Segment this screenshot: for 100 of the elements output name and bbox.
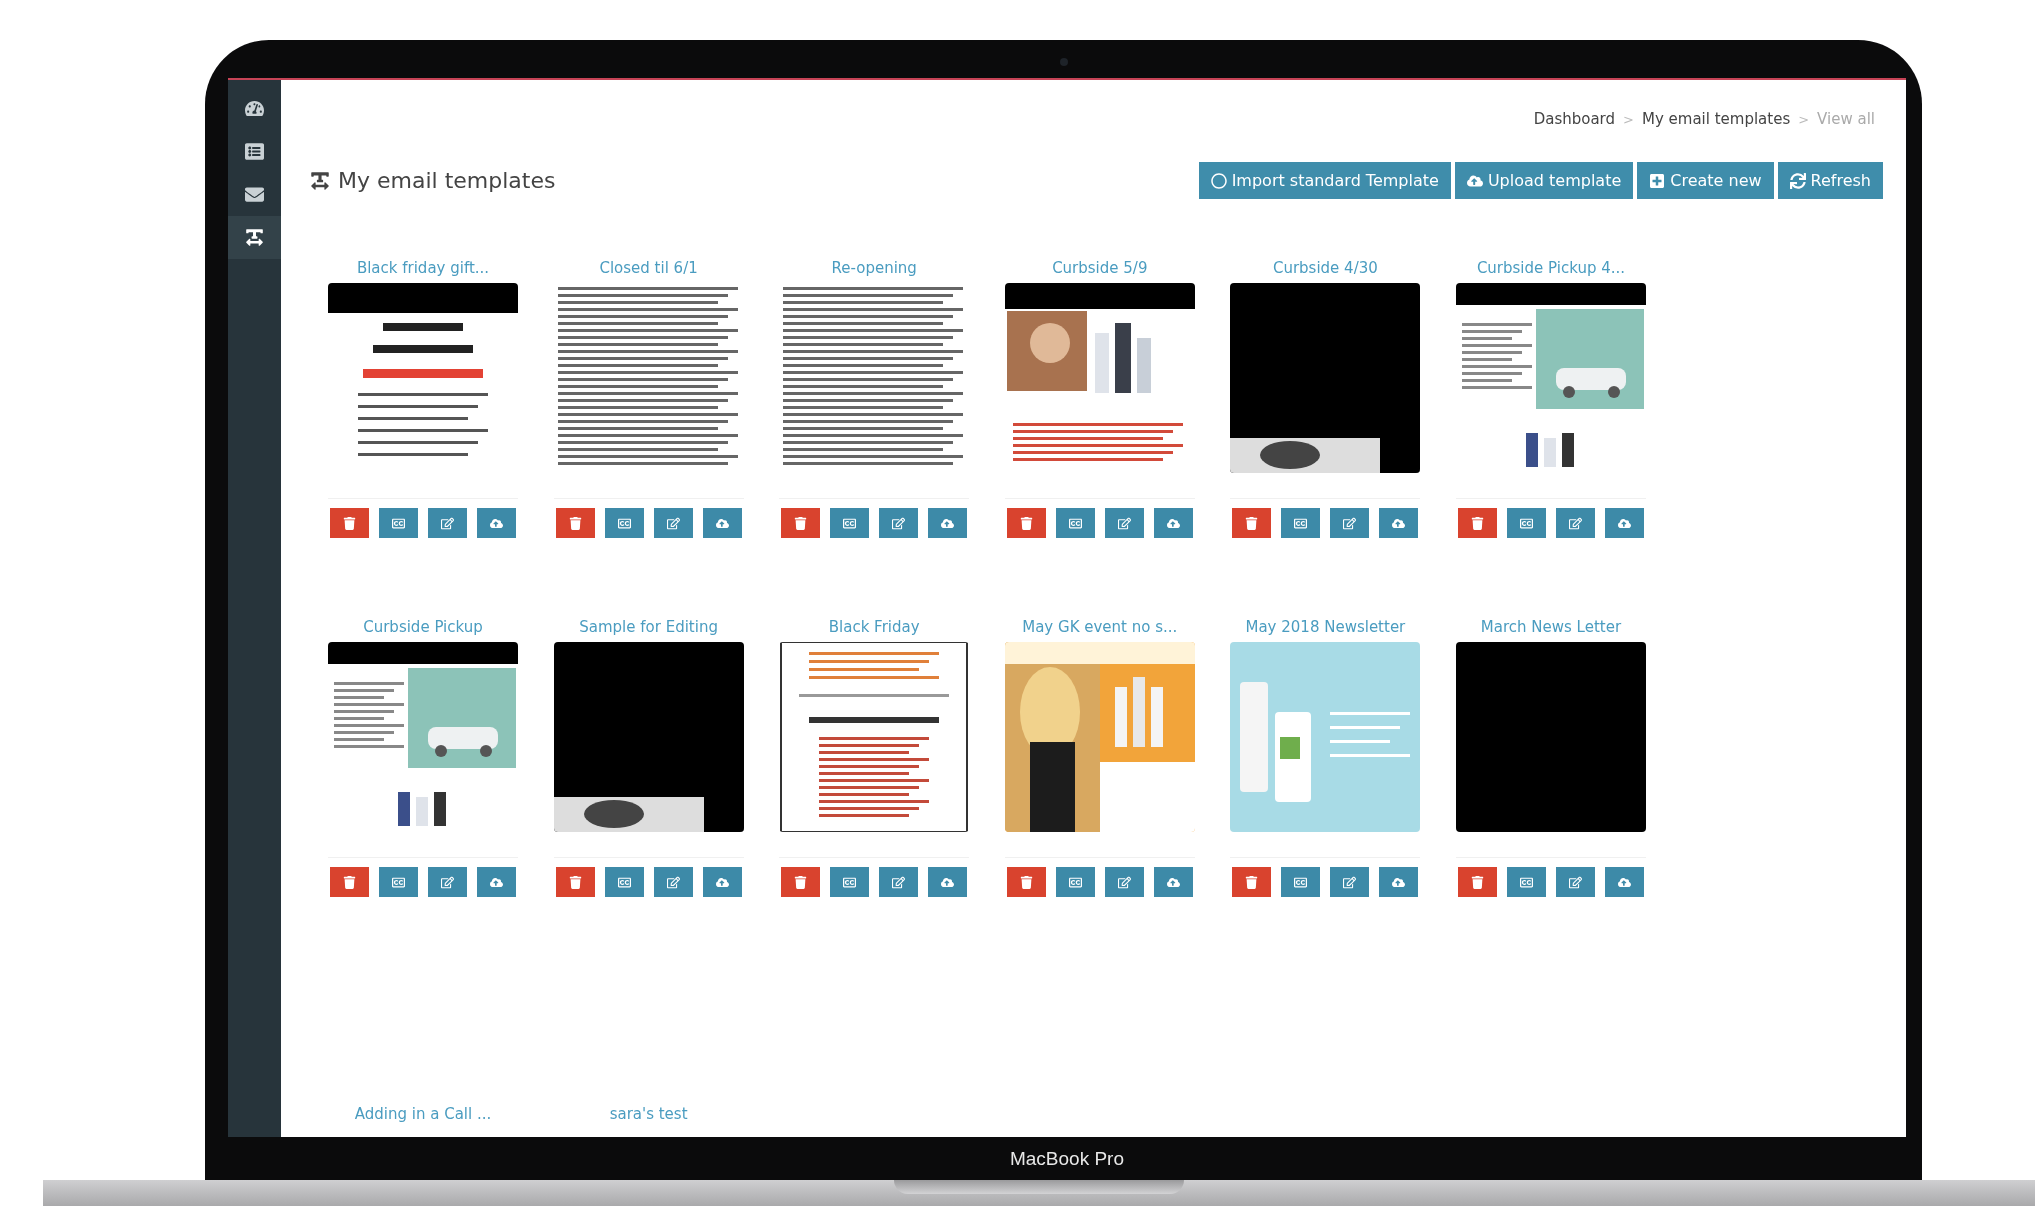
delete-button[interactable] <box>1232 508 1272 538</box>
delete-button[interactable] <box>781 867 821 897</box>
preview-button[interactable] <box>379 867 418 897</box>
cloud-upload-icon <box>1617 875 1631 889</box>
edit-button[interactable] <box>428 508 467 538</box>
trash-icon <box>1245 516 1259 530</box>
upload-button[interactable] <box>702 867 742 897</box>
delete-button[interactable] <box>555 508 595 538</box>
template-title[interactable]: Black Friday <box>779 618 970 636</box>
template-title[interactable]: Adding in a Call ... <box>328 1105 518 1123</box>
delete-button[interactable] <box>330 508 369 538</box>
refresh-button[interactable]: Refresh <box>1777 162 1883 199</box>
preview-button[interactable] <box>604 867 644 897</box>
create-button[interactable]: Create new <box>1637 162 1774 199</box>
template-title[interactable]: Curbside Pickup <box>328 618 518 636</box>
breadcrumb-separator: > <box>1623 111 1634 127</box>
edit-button[interactable] <box>1330 508 1370 538</box>
upload-button[interactable] <box>477 867 516 897</box>
trash-icon <box>568 516 582 530</box>
delete-button[interactable] <box>1457 508 1497 538</box>
delete-button[interactable] <box>1006 508 1046 538</box>
template-title[interactable]: Black friday gift... <box>328 259 518 277</box>
dashboard-icon <box>245 99 264 118</box>
delete-button[interactable] <box>555 867 595 897</box>
preview-button[interactable] <box>830 867 870 897</box>
template-title[interactable]: March News Letter <box>1455 618 1646 636</box>
cloud-upload-icon <box>1617 516 1631 530</box>
list-icon <box>245 142 264 161</box>
upload-button[interactable] <box>1604 867 1644 897</box>
edit-button[interactable] <box>1330 867 1370 897</box>
import-button[interactable]: Import standard Template <box>1198 162 1451 199</box>
preview-button[interactable] <box>379 508 418 538</box>
delete-button[interactable] <box>1006 867 1046 897</box>
trash-icon <box>568 875 582 889</box>
template-title[interactable]: sara's test <box>553 1105 744 1123</box>
delete-button[interactable] <box>1232 867 1272 897</box>
edit-icon <box>892 516 906 530</box>
trash-icon <box>1019 875 1033 889</box>
preview-button[interactable] <box>830 508 870 538</box>
preview-button[interactable] <box>1055 867 1095 897</box>
edit-button[interactable] <box>1555 508 1595 538</box>
edit-button[interactable] <box>879 867 919 897</box>
template-title[interactable]: Closed til 6/1 <box>553 259 744 277</box>
edit-icon <box>1568 875 1582 889</box>
upload-button[interactable] <box>1153 508 1193 538</box>
preview-button[interactable] <box>1506 508 1546 538</box>
edit-button[interactable] <box>1104 867 1144 897</box>
edit-icon <box>1343 516 1357 530</box>
upload-button[interactable] <box>1379 508 1419 538</box>
template-title[interactable]: Re-opening <box>779 259 970 277</box>
upload-button[interactable] <box>1379 867 1419 897</box>
sidebar-item[interactable] <box>228 216 281 259</box>
edit-button[interactable] <box>653 508 693 538</box>
upload-button[interactable] <box>477 508 516 538</box>
breadcrumb-link[interactable]: Dashboard <box>1533 110 1616 128</box>
breadcrumb-link[interactable]: View all <box>1817 110 1875 128</box>
cloud-upload-icon <box>1466 172 1483 189</box>
template-title[interactable]: Sample for Editing <box>553 618 744 636</box>
edit-icon <box>666 875 680 889</box>
breadcrumb-separator: > <box>1798 111 1810 127</box>
upload-button[interactable]: Upload template <box>1454 162 1634 199</box>
edit-button[interactable] <box>428 867 467 897</box>
cloud-upload-icon <box>941 516 955 530</box>
delete-button[interactable] <box>781 508 821 538</box>
edit-button[interactable] <box>879 508 919 538</box>
upload-button[interactable] <box>1604 508 1644 538</box>
trash-icon <box>343 516 356 530</box>
template-title[interactable]: Curbside 5/9 <box>1004 259 1195 277</box>
cloud-upload-icon <box>1392 516 1406 530</box>
template-title[interactable]: May GK event no s... <box>1004 618 1195 636</box>
template-title[interactable]: May 2018 Newsletter <box>1230 618 1421 636</box>
preview-button[interactable] <box>1055 508 1095 538</box>
template-title[interactable]: Curbside 4/30 <box>1230 259 1421 277</box>
upload-button[interactable] <box>928 867 968 897</box>
closed-caption-icon <box>843 875 857 889</box>
delete-button[interactable] <box>330 867 369 897</box>
template-title[interactable]: Curbside Pickup 4... <box>1455 259 1646 277</box>
upload-button[interactable] <box>928 508 968 538</box>
closed-caption-icon <box>1519 875 1533 889</box>
edit-icon <box>892 875 906 889</box>
trash-icon <box>1470 875 1484 889</box>
text-width-icon <box>245 228 264 247</box>
upload-button[interactable] <box>702 508 742 538</box>
edit-button[interactable] <box>653 867 693 897</box>
preview-button[interactable] <box>1281 867 1321 897</box>
closed-caption-icon <box>1068 875 1082 889</box>
preview-button[interactable] <box>604 508 644 538</box>
edit-button[interactable] <box>1555 867 1595 897</box>
preview-button[interactable] <box>1506 867 1546 897</box>
plus-icon <box>1649 172 1666 189</box>
breadcrumb-link[interactable]: My email templates <box>1641 110 1791 128</box>
preview-button[interactable] <box>1281 508 1321 538</box>
trash-icon <box>343 875 356 889</box>
edit-button[interactable] <box>1104 508 1144 538</box>
delete-button[interactable] <box>1457 867 1497 897</box>
upload-button[interactable] <box>1153 867 1193 897</box>
cloud-upload-icon <box>490 875 503 889</box>
trash-icon <box>1470 516 1484 530</box>
trash-icon <box>794 875 808 889</box>
device-label: MacBook Pro <box>1009 1147 1124 1170</box>
